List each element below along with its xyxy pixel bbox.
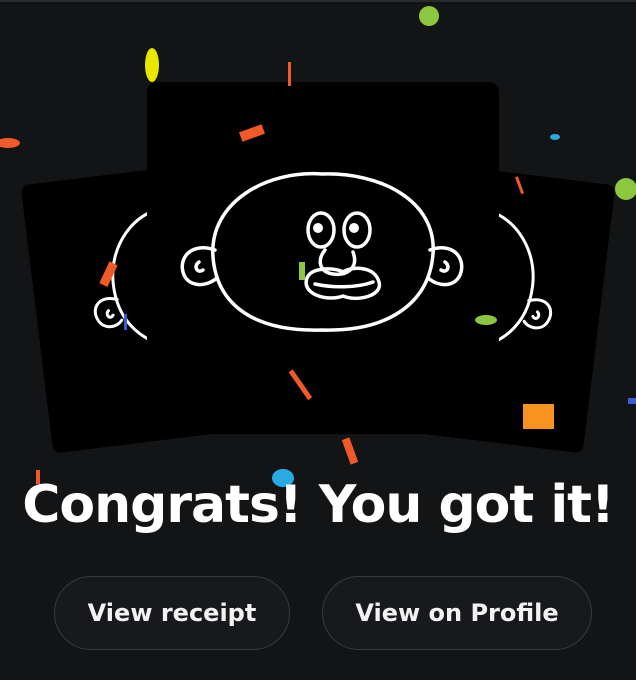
confetti-piece — [341, 437, 359, 465]
view-receipt-button[interactable]: View receipt — [54, 576, 290, 650]
purchase-success-screen: Congrats! You got it! View receipt View … — [0, 0, 636, 680]
confetti-piece — [550, 134, 560, 140]
confetti-piece — [628, 398, 636, 404]
confetti-piece — [615, 178, 636, 200]
confetti-piece — [0, 138, 20, 148]
cartoon-face-image — [180, 171, 464, 332]
success-headline: Congrats! You got it! — [22, 475, 615, 535]
top-divider — [0, 0, 636, 2]
confetti-piece — [419, 6, 439, 26]
view-on-profile-button[interactable]: View on Profile — [322, 576, 592, 650]
confetti-piece — [145, 48, 159, 82]
nft-card-main — [147, 82, 499, 434]
